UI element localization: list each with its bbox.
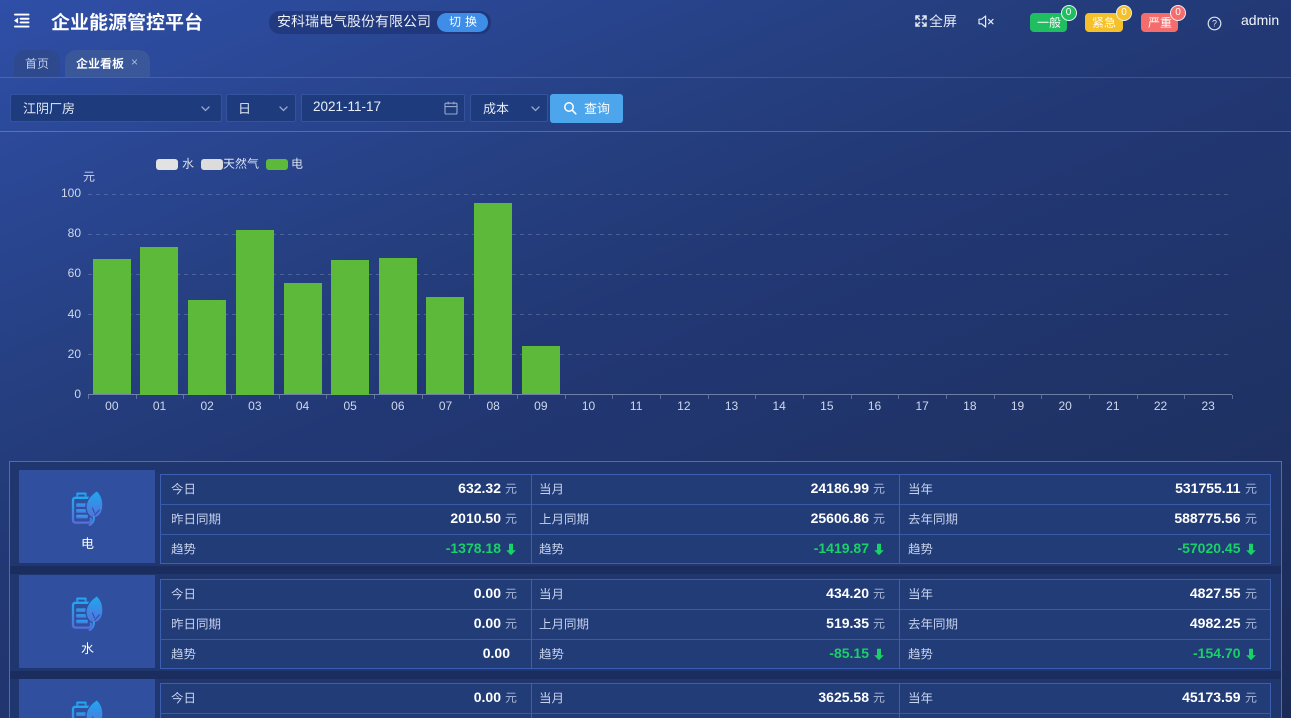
svg-text:?: ? xyxy=(1212,19,1217,29)
